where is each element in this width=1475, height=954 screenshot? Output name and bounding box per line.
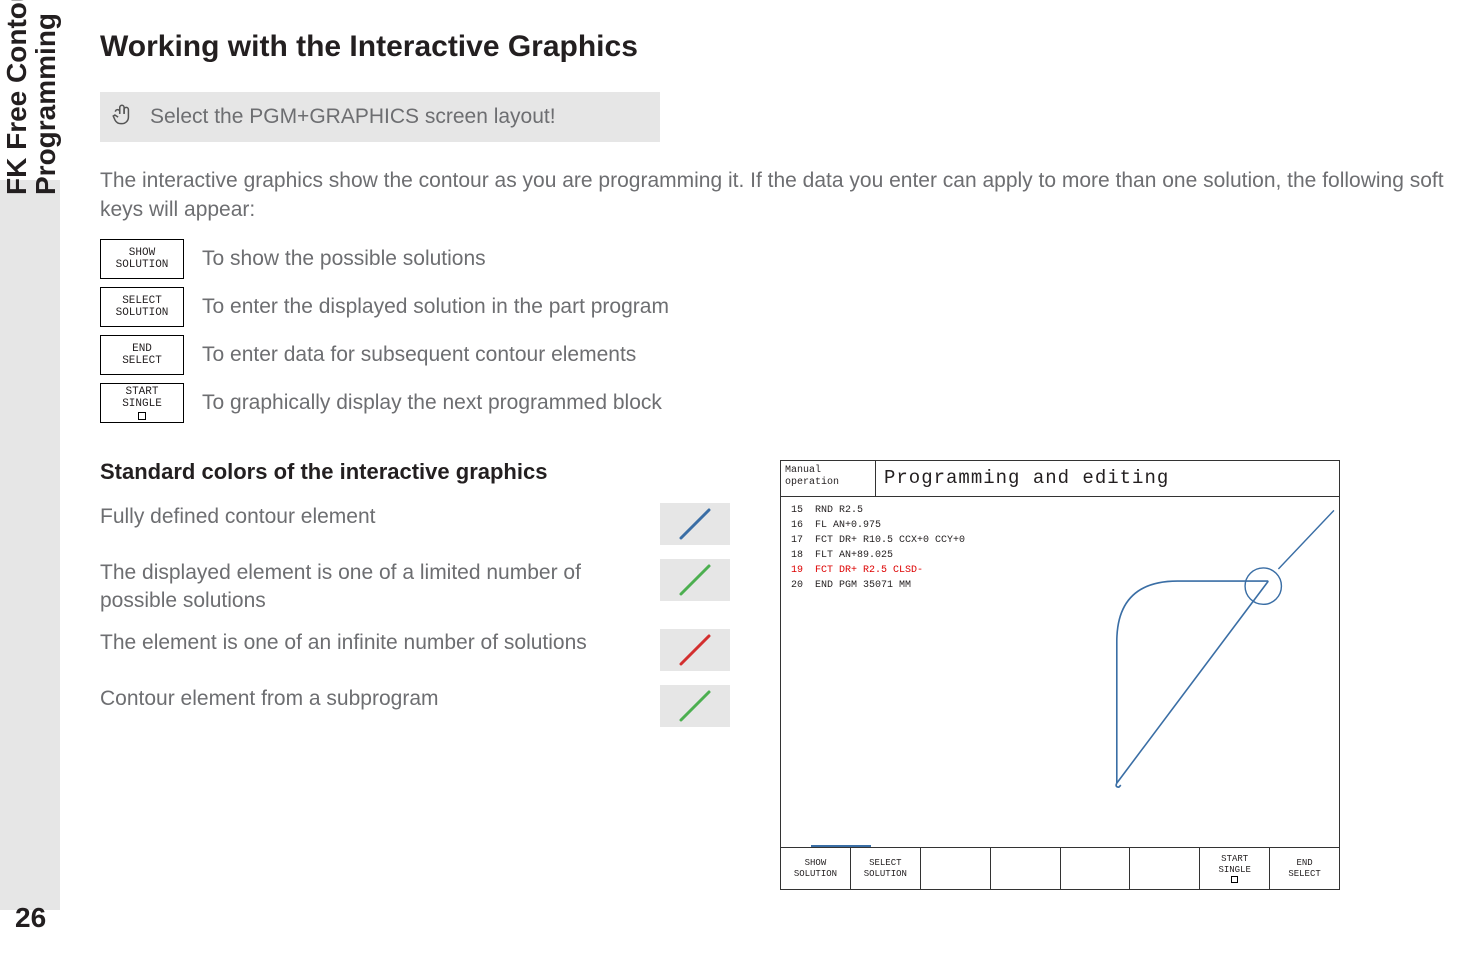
- scr-softkey-l2: SOLUTION: [864, 869, 907, 879]
- scr-softkey[interactable]: SHOWSOLUTION: [781, 848, 851, 889]
- scr-softkey-bar: SHOWSOLUTIONSELECTSOLUTIONSTARTSINGLEEND…: [781, 847, 1339, 889]
- softkey-label-l1: END: [132, 343, 152, 355]
- cnc-screenshot: Manual operation Programming and editing…: [780, 460, 1340, 890]
- scr-graphic: [1036, 497, 1339, 847]
- softkey-label-l2: SINGLE: [122, 398, 162, 410]
- color-swatch: [660, 629, 730, 671]
- sidebar-section-label: FK Free Contour Programming: [2, 0, 61, 195]
- code-line: 16 FL AN+0.975: [785, 518, 1034, 533]
- square-icon: [138, 412, 146, 420]
- code-line: 18 FLT AN+89.025: [785, 548, 1034, 563]
- scr-code-listing: 15 RND R2.5 16 FL AN+0.975 17 FCT DR+ R1…: [781, 497, 1036, 847]
- note-text: Select the PGM+GRAPHICS screen layout!: [150, 105, 556, 129]
- scr-title: Programming and editing: [876, 461, 1339, 496]
- softkey-description: To show the possible solutions: [202, 247, 486, 271]
- softkey-row: STARTSINGLE To graphically display the ne…: [100, 383, 1475, 423]
- scr-softkey-blank: [921, 848, 991, 889]
- scr-softkey-blank: [1061, 848, 1131, 889]
- code-line: 19 FCT DR+ R2.5 CLSD-: [785, 563, 1034, 578]
- code-line: 17 FCT DR+ R10.5 CCX+0 CCY+0: [785, 533, 1034, 548]
- code-line: 20 END PGM 35071 MM: [785, 578, 1034, 593]
- softkey-button[interactable]: SELECTSOLUTION: [100, 287, 184, 327]
- softkey-button[interactable]: ENDSELECT: [100, 335, 184, 375]
- sidebar-line1: FK Free Contour: [1, 0, 32, 195]
- softkey-description: To graphically display the next programm…: [202, 391, 662, 415]
- scr-softkey-l1: SELECT: [869, 858, 901, 868]
- softkey-row: ENDSELECT To enter data for subsequent co…: [100, 335, 1475, 375]
- scr-cursor-underline: [811, 845, 871, 847]
- scr-softkey-blank: [991, 848, 1061, 889]
- color-swatch: [660, 503, 730, 545]
- softkey-row: SELECTSOLUTION To enter the displayed sol…: [100, 287, 1475, 327]
- softkey-label-l2: SELECT: [122, 355, 162, 367]
- scr-mode: Manual operation: [781, 461, 876, 496]
- scr-header: Manual operation Programming and editing: [781, 461, 1339, 497]
- color-description: Contour element from a subprogram: [100, 685, 640, 727]
- softkey-label-l1: SELECT: [122, 295, 162, 307]
- sidebar-tab: [0, 180, 60, 910]
- square-icon: [1231, 876, 1238, 883]
- page-title: Working with the Interactive Graphics: [100, 30, 1475, 64]
- scr-softkey[interactable]: STARTSINGLE: [1200, 848, 1270, 889]
- intro-paragraph: The interactive graphics show the contou…: [100, 166, 1475, 225]
- scr-softkey-l1: END: [1296, 858, 1312, 868]
- note-callout: Select the PGM+GRAPHICS screen layout!: [100, 92, 660, 142]
- softkey-button[interactable]: STARTSINGLE: [100, 383, 184, 423]
- page-number: 26: [15, 902, 46, 934]
- softkey-label-l1: SHOW: [129, 247, 155, 259]
- scr-mode-l2: operation: [785, 477, 839, 488]
- softkey-row: SHOWSOLUTION To show the possible solutio…: [100, 239, 1475, 279]
- softkey-description: To enter the displayed solution in the p…: [202, 295, 669, 319]
- softkey-description: To enter data for subsequent contour ele…: [202, 343, 636, 367]
- scr-mode-l1: Manual: [785, 465, 821, 476]
- code-line: 15 RND R2.5: [785, 503, 1034, 518]
- color-description: The displayed element is one of a limite…: [100, 559, 640, 616]
- hand-icon: [110, 102, 136, 133]
- softkey-label-l2: SOLUTION: [116, 307, 169, 319]
- sidebar-line2: Programming: [31, 0, 60, 195]
- scr-softkey-l2: SOLUTION: [794, 869, 837, 879]
- color-swatch: [660, 685, 730, 727]
- softkey-label-l1: START: [125, 386, 158, 398]
- scr-softkey-l2: SELECT: [1288, 869, 1320, 879]
- softkey-button[interactable]: SHOWSOLUTION: [100, 239, 184, 279]
- color-swatch: [660, 559, 730, 601]
- scr-body: 15 RND R2.5 16 FL AN+0.975 17 FCT DR+ R1…: [781, 497, 1339, 847]
- scr-softkey[interactable]: ENDSELECT: [1270, 848, 1339, 889]
- scr-softkey-l1: START: [1221, 854, 1248, 864]
- color-description: Fully defined contour element: [100, 503, 640, 545]
- scr-softkey-l2: SINGLE: [1218, 865, 1250, 875]
- scr-softkey[interactable]: SELECTSOLUTION: [851, 848, 921, 889]
- color-description: The element is one of an infinite number…: [100, 629, 640, 671]
- scr-softkey-l1: SHOW: [805, 858, 827, 868]
- scr-softkey-blank: [1130, 848, 1200, 889]
- softkey-label-l2: SOLUTION: [116, 259, 169, 271]
